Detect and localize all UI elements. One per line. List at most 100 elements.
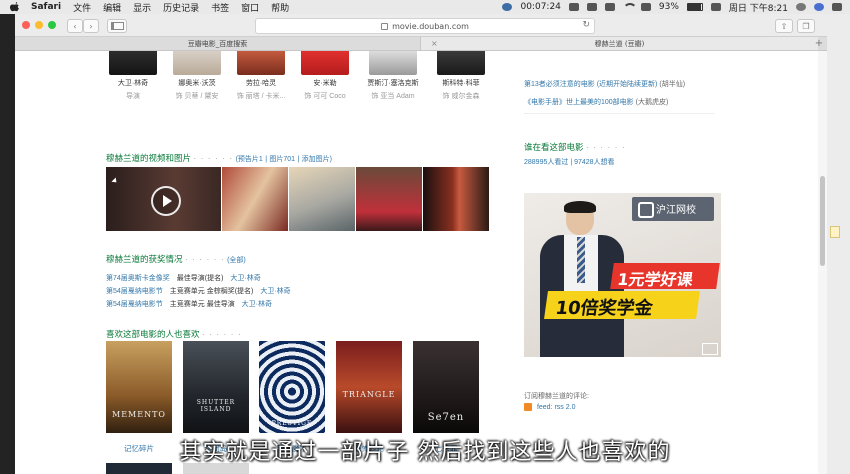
cast-member[interactable]: 贾斯汀·塞洛克斯 饰 亚当 Adam xyxy=(363,51,423,101)
cast-name[interactable]: 贾斯汀·塞洛克斯 xyxy=(363,78,423,88)
awards-section-header: 穆赫兰道的获奖情况 · · · · · · (全部) xyxy=(106,253,246,265)
cloud-icon[interactable] xyxy=(586,3,597,11)
award-event-link[interactable]: 第74届奥斯卡金像奖 xyxy=(106,275,170,282)
cast-photo[interactable] xyxy=(369,51,417,75)
sidebar-toggle-button[interactable] xyxy=(107,19,127,33)
menu-edit[interactable]: 编辑 xyxy=(103,1,121,14)
menu-history[interactable]: 历史记录 xyxy=(163,1,199,14)
award-item: 第54届戛纳电影节 主竞赛单元 最佳导演 大卫·林奇 xyxy=(106,299,272,309)
photo-thumbnail[interactable] xyxy=(289,167,355,231)
rss-feed-link[interactable]: feed: rss 2.0 xyxy=(524,403,575,411)
notification-center-icon[interactable] xyxy=(832,3,842,11)
doulist-link[interactable]: 《电影手册》世上最美的100部电影 (大鹅虎皮) xyxy=(524,97,668,107)
photo-thumbnail[interactable] xyxy=(222,167,288,231)
play-icon[interactable] xyxy=(151,186,181,216)
cast-photo[interactable] xyxy=(109,51,157,75)
menu-app-name[interactable]: Safari xyxy=(31,2,61,12)
spotlight-icon[interactable] xyxy=(796,3,806,11)
movie-poster[interactable]: TRIANGLE xyxy=(336,341,402,433)
award-person-link[interactable]: 大卫·林奇 xyxy=(260,288,290,295)
cast-photo[interactable] xyxy=(437,51,485,75)
trailer-video-thumbnail[interactable] xyxy=(106,167,221,231)
bluetooth-icon[interactable] xyxy=(604,3,615,11)
doulist-title[interactable]: 《电影手册》世上最美的100部电影 xyxy=(524,99,634,106)
minimize-window-button[interactable] xyxy=(35,21,43,29)
new-tab-button[interactable]: + xyxy=(813,37,825,50)
cast-role: 饰 亚当 Adam xyxy=(371,93,415,100)
recording-icon[interactable] xyxy=(502,3,513,11)
award-person-link[interactable]: 大卫·林奇 xyxy=(242,301,272,308)
cast-name[interactable]: 大卫·林奇 xyxy=(103,78,163,88)
tab-baidu-search[interactable]: 豆瓣电影_百度搜索 xyxy=(15,37,420,50)
cast-member[interactable]: 大卫·林奇 导演 xyxy=(103,51,163,101)
share-button[interactable]: ⇧ xyxy=(775,19,793,33)
award-person-link[interactable]: 大卫·林奇 xyxy=(230,275,260,282)
ad-slogan-red: 1元学好课 xyxy=(610,263,720,289)
ad-slogan-2: 10倍奖学金 xyxy=(554,298,655,319)
doulist-title[interactable]: 第13者必须注意的电影 (近期开始陆续更新) xyxy=(524,81,657,88)
cast-role: 导演 xyxy=(126,93,140,100)
zoom-window-button[interactable] xyxy=(48,21,56,29)
page-content: 大卫·林奇 导演 娜奥米·沃茨 饰 贝蒂 / 黛安 劳拉·哈灵 饰 丽塔 / 卡… xyxy=(15,51,827,474)
movie-poster[interactable]: SHUTTER ISLAND xyxy=(183,341,249,433)
menu-bookmarks[interactable]: 书签 xyxy=(211,1,229,14)
cast-member[interactable]: 娜奥米·沃茨 饰 贝蒂 / 黛安 xyxy=(167,51,227,101)
input-method-icon[interactable] xyxy=(710,3,721,11)
paren-close: ) xyxy=(329,156,332,163)
menu-window[interactable]: 窗口 xyxy=(241,1,259,14)
cast-photo[interactable] xyxy=(237,51,285,75)
browser-toolbar: ‹ › movie.douban.com ↻ ⇧ ❐ xyxy=(15,14,827,37)
close-window-button[interactable] xyxy=(22,21,30,29)
recs-section-header: 喜欢这部电影的人也喜欢 · · · · · · xyxy=(106,328,242,340)
want-count-link[interactable]: 97428人想看 xyxy=(574,159,614,166)
menu-view[interactable]: 显示 xyxy=(133,1,151,14)
siri-icon[interactable] xyxy=(814,3,824,11)
menu-help[interactable]: 帮助 xyxy=(271,1,289,14)
cast-member[interactable]: 斯科特·科菲 饰 威尔金森 xyxy=(431,51,491,101)
wifi-icon[interactable] xyxy=(622,3,637,11)
menu-file[interactable]: 文件 xyxy=(73,1,91,14)
watched-count-link[interactable]: 288995人看过 xyxy=(524,159,568,166)
address-bar[interactable]: movie.douban.com ↻ xyxy=(255,18,595,34)
ad-slogan-1: 1元学好课 xyxy=(616,270,694,289)
award-event-link[interactable]: 第54届戛纳电影节 xyxy=(106,301,163,308)
doulist-owner: (大鹅虎皮) xyxy=(635,99,669,106)
movie-poster[interactable]: PRESTIGE xyxy=(259,341,325,433)
rss-feed-text[interactable]: feed: rss 2.0 xyxy=(537,404,576,411)
cast-photo[interactable] xyxy=(173,51,221,75)
award-event-link[interactable]: 第54届戛纳电影节 xyxy=(106,288,163,295)
cast-member[interactable]: 安·米勒 饰 可可 Coco xyxy=(295,51,355,101)
movie-poster[interactable]: MEMENTO xyxy=(106,341,172,433)
movie-poster[interactable]: Se7en xyxy=(413,341,479,433)
back-button[interactable]: ‹ xyxy=(67,19,83,33)
cast-name[interactable]: 斯科特·科菲 xyxy=(431,78,491,88)
add-photo-link[interactable]: 添加图片 xyxy=(302,156,330,163)
reload-icon[interactable]: ↻ xyxy=(582,20,590,30)
all-awards-link[interactable]: (全部) xyxy=(227,257,246,264)
photo-count-link[interactable]: 图片701 xyxy=(269,156,295,163)
photo-thumbnail[interactable] xyxy=(356,167,422,231)
show-tabs-button[interactable]: ❐ xyxy=(797,19,815,33)
photo-thumbnail[interactable] xyxy=(423,167,489,231)
cast-photo[interactable] xyxy=(301,51,349,75)
cast-name[interactable]: 劳拉·哈灵 xyxy=(231,78,291,88)
battery-icon[interactable] xyxy=(686,3,703,11)
apple-menu-icon[interactable] xyxy=(9,2,19,12)
close-tab-icon[interactable]: × xyxy=(431,39,438,48)
scrollbar-thumb[interactable] xyxy=(820,176,825,266)
forward-button[interactable]: › xyxy=(83,19,99,33)
tab-label: 穆赫兰道 (豆瓣) xyxy=(594,39,645,48)
airplay-icon[interactable] xyxy=(640,3,651,11)
advertisement-banner[interactable]: 沪江网校 1元学好课 10倍奖学金 xyxy=(524,193,721,357)
screen-icon[interactable] xyxy=(568,3,579,11)
cast-name[interactable]: 娜奥米·沃茨 xyxy=(167,78,227,88)
menu-bar: Safari 文件 编辑 显示 历史记录 书签 窗口 帮助 00:07:24 9… xyxy=(0,0,850,14)
poster-title: SHUTTER ISLAND xyxy=(196,399,236,413)
doulist-link[interactable]: 第13者必须注意的电影 (近期开始陆续更新) (胡半仙) xyxy=(524,79,685,89)
ad-close-icon[interactable] xyxy=(702,343,718,355)
tab-douban-movie[interactable]: × 穆赫兰道 (豆瓣) xyxy=(420,37,818,50)
trailer-count-link[interactable]: 预告片1 xyxy=(238,156,263,163)
cast-name[interactable]: 安·米勒 xyxy=(295,78,355,88)
cast-member[interactable]: 劳拉·哈灵 饰 丽塔 / 卡米... xyxy=(231,51,291,101)
menubar-datetime[interactable]: 周日 下午8:21 xyxy=(729,1,788,14)
